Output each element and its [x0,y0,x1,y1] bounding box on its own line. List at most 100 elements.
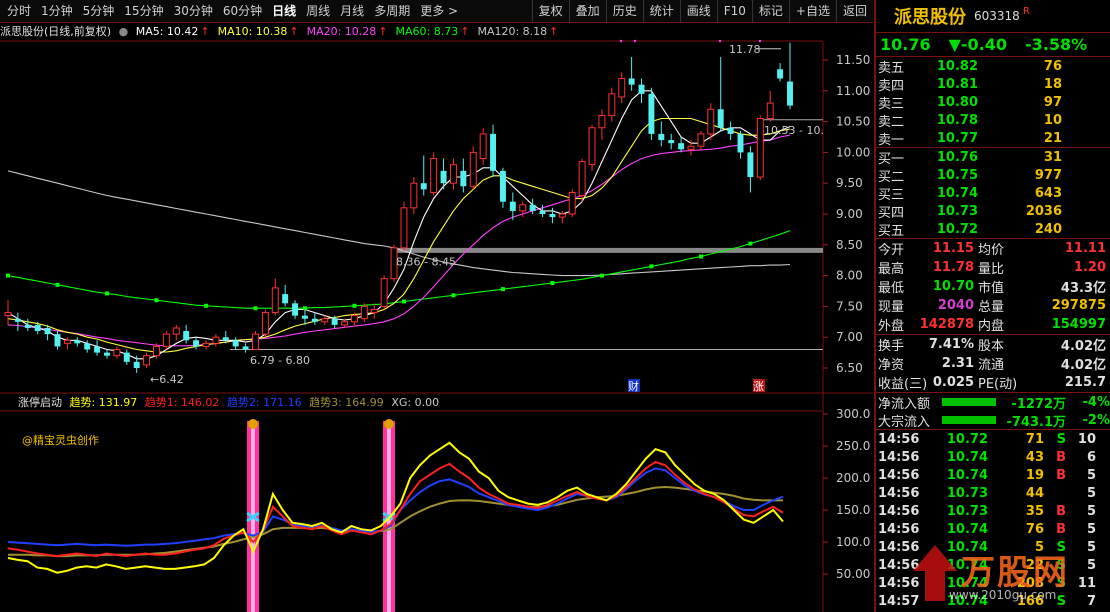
candle [212,334,220,347]
ask-row[interactable]: 卖一 10.77 21 [876,129,1110,148]
tool-button-8[interactable]: 返回 [835,0,873,23]
ask-row[interactable]: 卖二 10.78 10 [876,111,1110,130]
candle [678,137,685,153]
tick-price: 10.74 [946,575,988,591]
tick-time: 14:56 [878,467,920,483]
ma60-marker [401,299,406,304]
period-tab-2[interactable]: 5分钟 [78,0,120,23]
stats-block: 今开 11.15 均价 11.11 最高 11.78 量比 1.20 最低 10.70 市值 43.3… [876,239,1110,335]
candle [94,340,101,356]
tick-volume: 71 [1025,431,1044,447]
stat-value: 43.3亿 [1060,281,1106,296]
price-line: 10.76 ▼-0.40 -3.58% [876,33,1110,57]
period-tab-7[interactable]: 周线 [301,0,335,23]
xg-value: XG: 0.00 [391,396,440,409]
flow-value: -743.1万 [1006,414,1066,430]
stat-key: 量比 [978,262,1005,277]
tick-time: 14:56 [878,557,920,573]
tick-count: 5 [1086,503,1096,519]
stat-value: 142878 [919,317,974,332]
candle [202,340,210,350]
tick-list[interactable]: 14:56 10.72 71 S 10 14:56 10.74 43 B 6 14:56 10.74 1… [876,430,1110,610]
candle [766,90,774,122]
candle [430,152,438,196]
ma60-marker [6,273,10,278]
margin-flag: R [1022,5,1030,17]
ind-tick-label: 150.0 [836,503,870,517]
tick-price: 10.74 [946,539,988,555]
bid-volume: 240 [1034,221,1062,237]
tick-time: 14:56 [878,575,920,591]
ma10-line [7,117,791,353]
tick-time: 14:57 [878,593,920,609]
tool-button-1[interactable]: 叠加 [568,0,606,23]
period-tab-5[interactable]: 60分钟 [218,0,267,23]
tick-price: 10.72 [946,431,988,447]
ask-row[interactable]: 卖四 10.81 18 [876,75,1110,94]
tool-button-4[interactable]: 画线 [679,0,717,23]
candle [420,155,427,196]
period-tab-6[interactable]: 日线 [267,0,301,23]
tick-volume: 76 [1025,521,1044,537]
tool-button-5[interactable]: F10 [716,0,752,23]
candle [697,130,705,150]
period-tab-9[interactable]: 多周期 [369,0,415,23]
bid-row[interactable]: 买五 10.72 240 [876,220,1110,239]
indicator-name[interactable]: 涨停启动 [18,396,62,409]
candle [282,284,289,307]
candle [311,312,318,325]
ma60-marker [203,303,208,308]
bid-row[interactable]: 买三 10.74 643 [876,184,1110,203]
bid-volume: 2036 [1025,203,1062,219]
period-tab-1[interactable]: 1分钟 [36,0,78,23]
flow-value: -1272万 [1011,396,1066,412]
bid-volume: 977 [1034,167,1062,183]
candle [380,275,388,310]
tick-row: 14:56 10.74 19 B 5 [876,466,1110,484]
period-tab-3[interactable]: 15分钟 [119,0,168,23]
stat-value: 297875 [1051,298,1106,313]
tick-time: 14:56 [878,485,920,501]
bid-row[interactable]: 买一 10.76 31 [876,148,1110,167]
ask-volume: 18 [1043,76,1062,92]
ask-label: 卖一 [878,132,905,148]
candle [400,201,408,251]
tool-button-2[interactable]: 历史 [605,0,643,23]
period-tab-0[interactable]: 分时 [2,0,36,23]
range1-label: 8.36 - 8.45 [396,255,456,268]
stat-value: 11.15 [932,241,974,256]
ma60-marker [748,241,753,246]
tick-count: 7 [1086,593,1096,609]
fund-flow: 净流入额 -1272万 -4% 大宗流入 -743.1万 -2% [876,393,1110,430]
bid-row[interactable]: 买二 10.75 977 [876,166,1110,185]
ind-tick-label: 100.0 [836,535,870,549]
stat-key: 总量 [978,300,1005,315]
ask-row[interactable]: 卖三 10.80 97 [876,93,1110,112]
ind-tick-label: 250.0 [836,439,870,453]
ma60-marker [500,287,505,292]
tool-button-6[interactable]: 标记 [751,0,789,23]
candle [63,337,71,350]
indicator-header: 涨停启动 趋势: 131.97 趋势1: 146.02 趋势2: 171.16 … [0,394,823,410]
bid-row[interactable]: 买四 10.73 2036 [876,202,1110,221]
tool-button-7[interactable]: +自选 [788,0,836,23]
ma5-line [7,90,791,360]
last-range-label: 10.53 - 10. [764,124,824,137]
range2-label: 6.79 - 6.80 [250,354,310,367]
tool-button-3[interactable]: 统计 [642,0,680,23]
ask-row[interactable]: 卖五 10.82 76 [876,57,1110,76]
tick-side: B [1056,521,1066,537]
period-tab-8[interactable]: 月线 [335,0,369,23]
ind-tick-label: 50.00 [836,567,870,581]
ma60-marker [253,306,258,311]
flow-pct: -4% [1082,394,1110,410]
ask-price: 10.82 [936,58,978,74]
ma60-marker [451,293,456,298]
last-price: 10.76 [880,35,931,54]
ask-label: 卖五 [878,60,905,76]
period-tab-4[interactable]: 30分钟 [169,0,218,23]
period-tab-10[interactable]: 更多 > [415,0,463,23]
kline-chart[interactable]: 11.50 11.00 10.50 10.00 9.50 9.00 8.50 8.00 7.50… [0,23,873,612]
tool-button-0[interactable]: 复权 [531,0,569,23]
stat-value: 10.70 [932,279,974,294]
